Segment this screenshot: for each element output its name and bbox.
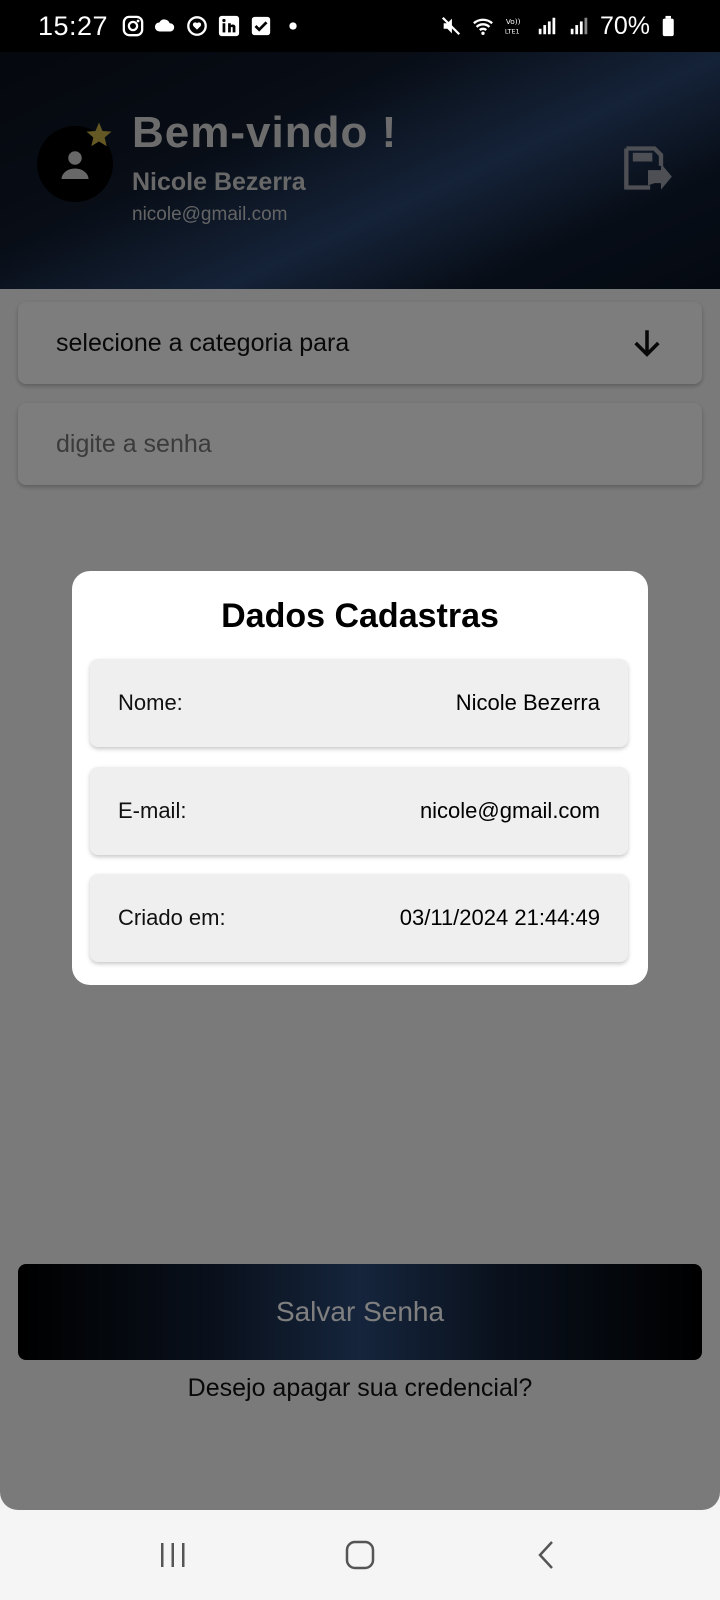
back-button[interactable] [517,1525,577,1585]
mute-icon [441,16,461,36]
info-row-email: E-mail: nicole@gmail.com [90,767,628,855]
recent-apps-icon [161,1543,185,1567]
linkedin-icon [218,15,240,37]
modal-title: Dados Cadastras [221,597,499,635]
status-left: 15:27 [38,11,304,42]
app-screen: 15:27 Vo))LTE1 70% Bem-vindo ! Nicole [0,0,720,1600]
info-label: Criado em: [118,905,226,930]
checkbox-icon [251,16,271,36]
svg-text:LTE1: LTE1 [505,27,520,35]
home-button[interactable] [330,1525,390,1585]
home-icon [345,1540,375,1570]
status-bar: 15:27 Vo)) LTE1 70% [0,0,720,52]
app-content: Bem-vindo ! Nicole Bezerra nicole@gmail.… [0,44,720,1510]
battery-level: 70% [599,11,650,40]
heart-sync-icon [187,16,207,36]
instagram-icon [122,15,144,37]
back-icon [537,1541,553,1569]
info-row-name: Nome: Nicole Bezerra [90,659,628,747]
info-value: Nicole Bezerra [455,690,600,715]
signal-icon [538,17,556,35]
dot-icon [289,22,297,30]
status-time: 15:27 [38,10,109,41]
recent-apps-button[interactable] [143,1525,203,1585]
info-value: 03/11/2024 21:44:49 [399,905,600,930]
info-value: nicole@gmail.com [419,798,600,823]
system-nav-bar [0,1510,720,1600]
battery-icon [662,15,674,37]
info-row-created: Criado em: 03/11/2024 21:44:49 [90,874,628,962]
info-label: Nome: [118,690,183,715]
info-label: E-mail: [118,798,187,823]
status-right: Vo)) LTE1 70% [440,12,682,41]
volte-icon: Vo))LTE1 [505,17,521,35]
registration-data-modal: Dados Cadastras Nome: Nicole Bezerra E-m… [72,571,648,985]
cloud-icon [154,19,175,32]
wifi-icon [473,18,493,35]
svg-text:Vo)): Vo)) [506,17,521,26]
signal-2-icon [570,17,588,35]
